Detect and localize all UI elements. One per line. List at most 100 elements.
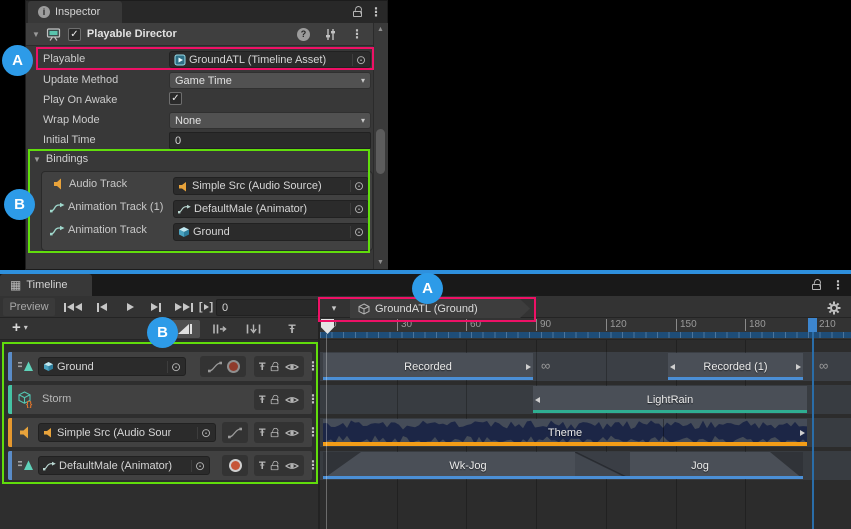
marker-toggle-button[interactable]: Ŧ [280, 320, 304, 338]
update-method-dropdown[interactable]: Game Time ▾ [169, 72, 371, 89]
lock-icon[interactable] [353, 6, 363, 17]
clip-accent-bar [323, 377, 533, 380]
annotation-badge-a: A [2, 45, 33, 76]
clip-accent-bar [323, 442, 807, 446]
clip-accent-bar [668, 377, 803, 380]
clip-recorded-1[interactable]: Recorded (1) [668, 353, 803, 380]
next-frame-button[interactable] [144, 298, 168, 316]
component-kebab-icon[interactable]: ⋮ [351, 28, 363, 40]
update-method-value: Game Time [175, 75, 232, 87]
tick-label: 120 [606, 319, 627, 331]
clip-recorded[interactable]: Recorded [323, 353, 533, 380]
presets-icon[interactable] [324, 28, 337, 41]
pin-icon: Ŧ [288, 322, 295, 336]
replace-mode-button[interactable] [238, 320, 268, 338]
preview-label: Preview [9, 301, 48, 313]
component-title: Playable Director [87, 28, 177, 40]
help-icon[interactable]: ? [297, 28, 310, 41]
play-on-awake-checkbox[interactable]: ✓ [169, 92, 182, 105]
annotation-badge-a-timeline: A [412, 273, 443, 304]
wrap-mode-dropdown[interactable]: None ▾ [169, 112, 371, 129]
ruler-duration-band [320, 332, 851, 338]
replace-mode-icon [246, 323, 261, 335]
scroll-down-icon[interactable]: ▼ [377, 259, 384, 266]
chevron-down-icon: ▾ [361, 116, 365, 125]
clip-label: Wk-Jog [449, 460, 486, 472]
clip-jog[interactable]: Jog [630, 452, 770, 479]
chevron-down-icon: ▾ [361, 76, 365, 85]
annotation-badge-b: B [4, 189, 35, 220]
add-track-button[interactable]: + ▾ [12, 320, 28, 335]
mix-mode-icon [178, 324, 189, 334]
clip-label: Jog [691, 460, 709, 472]
wrap-mode-value: None [175, 115, 201, 127]
clip-accent-bar [533, 410, 807, 413]
tab-inspector[interactable]: i Inspector [28, 1, 122, 23]
chevron-down-icon: ▾ [24, 323, 28, 332]
clip-lightrain[interactable]: LightRain [533, 386, 807, 413]
annotation-box-playable [36, 47, 374, 70]
tab-timeline-label: Timeline [26, 279, 67, 291]
tick-label: 210 [815, 319, 836, 331]
crossfade-icon [575, 452, 630, 479]
current-time-field[interactable]: 0 [216, 299, 318, 316]
tick-label: 90 [536, 319, 551, 331]
tick-label: 150 [676, 319, 697, 331]
timeline-end-line [812, 332, 814, 529]
annotation-badge-b-timeline: B [147, 317, 178, 348]
initial-time-label: Initial Time [43, 134, 96, 146]
annotation-box-tracklist [2, 342, 318, 484]
play-range-button[interactable]: [ ] [198, 298, 214, 316]
clip-wkjog[interactable]: Wk-Jog [361, 452, 575, 479]
annotation-box-bindings [28, 149, 370, 253]
extrapolation-infinity-icon: ∞ [819, 358, 828, 373]
initial-time-field[interactable]: 0 [169, 132, 371, 149]
scroll-up-icon[interactable]: ▲ [377, 26, 384, 33]
unity-editor-screenshot: i Inspector ⋮ ▼ ✓ Playable Director ? [0, 0, 851, 529]
clip-label: Recorded (1) [703, 361, 767, 373]
gear-icon[interactable] [827, 301, 841, 315]
goto-start-button[interactable] [60, 298, 86, 316]
clip-ease-in [323, 452, 361, 479]
info-icon: i [38, 6, 50, 18]
timeline-end-marker[interactable] [808, 318, 817, 332]
component-enabled-checkbox[interactable]: ✓ [68, 28, 81, 41]
clip-label: Recorded [404, 361, 452, 373]
clip-label: LightRain [647, 394, 693, 406]
kebab-menu-icon[interactable]: ⋮ [370, 6, 382, 18]
component-header: ▼ ✓ Playable Director ? ⋮ [26, 23, 373, 46]
kebab-menu-icon[interactable]: ⋮ [832, 279, 844, 291]
clip-accent-bar [323, 476, 803, 479]
extrapolation-infinity-icon: ∞ [541, 358, 550, 373]
preview-toggle-button[interactable]: Preview [3, 298, 55, 316]
goto-end-button[interactable] [170, 298, 198, 316]
clip-ease-out [770, 452, 803, 479]
clip-edge-arrow-icon [670, 364, 675, 370]
inspector-scrollbar[interactable]: ▲ ▼ [373, 23, 388, 269]
playable-director-icon [46, 28, 62, 41]
clip-edge-arrow-icon [796, 364, 801, 370]
tab-inspector-label: Inspector [55, 6, 100, 18]
tick-label: 180 [745, 319, 766, 331]
previous-frame-button[interactable] [90, 298, 114, 316]
play-button[interactable] [118, 298, 142, 316]
lock-icon[interactable] [812, 279, 822, 290]
clip-edge-arrow-icon [526, 364, 531, 370]
foldout-icon[interactable]: ▼ [32, 30, 40, 39]
clip-theme-audio[interactable]: Theme [323, 419, 807, 446]
tab-timeline[interactable]: ▦ Timeline [0, 274, 92, 296]
playhead-line [326, 334, 327, 529]
update-method-label: Update Method [43, 74, 118, 86]
ripple-mode-button[interactable] [204, 320, 234, 338]
clip-edge-arrow-icon [535, 397, 540, 403]
bracket-icon: ] [210, 301, 214, 313]
play-on-awake-label: Play On Awake [43, 94, 117, 106]
plus-icon: + [12, 320, 21, 335]
clip-label: Theme [548, 427, 582, 439]
clip-edge-arrow-icon [800, 430, 805, 436]
clip-crossfade[interactable] [575, 452, 630, 479]
ripple-mode-icon [212, 323, 227, 335]
scrollbar-thumb[interactable] [376, 129, 385, 174]
inspector-tabbar: i Inspector ⋮ [26, 1, 387, 23]
wrap-mode-label: Wrap Mode [43, 114, 100, 126]
